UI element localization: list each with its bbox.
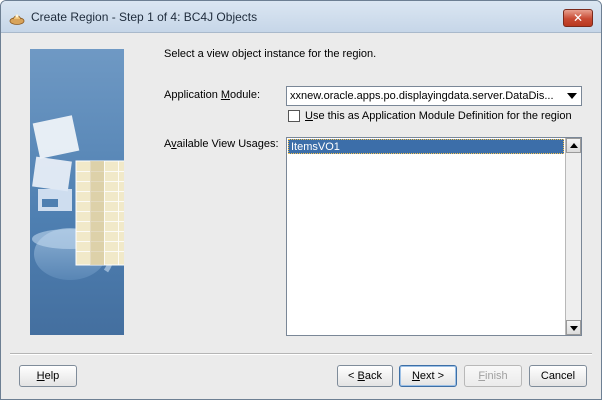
list-item[interactable]: ItemsVO1 bbox=[288, 139, 564, 154]
chevron-down-icon[interactable] bbox=[567, 93, 577, 99]
close-icon: ✕ bbox=[572, 11, 584, 25]
instruction-text: Select a view object instance for the re… bbox=[164, 48, 377, 60]
scroll-down-button[interactable] bbox=[566, 320, 581, 335]
application-module-label-suffix: odule: bbox=[230, 89, 261, 101]
use-as-am-definition-label[interactable]: Use this as Application Module Definitio… bbox=[305, 110, 572, 122]
close-button[interactable]: ✕ bbox=[563, 9, 593, 27]
app-icon bbox=[9, 14, 25, 25]
title-bar[interactable]: Create Region - Step 1 of 4: BC4J Object… bbox=[1, 1, 601, 33]
view-usages-listbox[interactable]: ItemsVO1 bbox=[286, 137, 582, 336]
vertical-scrollbar[interactable] bbox=[565, 138, 581, 335]
back-label: ack bbox=[364, 370, 382, 382]
next-label: ext > bbox=[419, 370, 445, 382]
use-as-am-definition-checkbox[interactable] bbox=[288, 110, 300, 122]
scroll-up-button[interactable] bbox=[566, 138, 581, 153]
checkbox-label-text: se this as Application Module Definition… bbox=[312, 110, 572, 122]
application-module-label: Application Module: bbox=[164, 89, 260, 101]
dialog-window: Create Region - Step 1 of 4: BC4J Object… bbox=[0, 0, 602, 400]
available-view-usages-label: Available View Usages: bbox=[164, 138, 279, 150]
help-label: elp bbox=[44, 370, 60, 382]
checkbox-label-mnemonic: U bbox=[305, 110, 313, 122]
next-mnemonic: N bbox=[411, 370, 420, 382]
application-module-label-prefix: Application bbox=[164, 89, 221, 101]
help-button[interactable]: Help bbox=[19, 365, 77, 387]
finish-button[interactable]: Finish bbox=[464, 365, 522, 387]
back-mnemonic: B bbox=[357, 370, 365, 382]
finish-label: inish bbox=[485, 370, 508, 382]
back-button[interactable]: < Back bbox=[337, 365, 393, 387]
wizard-illustration bbox=[30, 49, 124, 335]
application-module-select[interactable]: xxnew.oracle.apps.po.displayingdata.serv… bbox=[286, 86, 582, 106]
back-prefix: < bbox=[348, 370, 358, 382]
window-title: Create Region - Step 1 of 4: BC4J Object… bbox=[31, 10, 258, 24]
application-module-value: xxnew.oracle.apps.po.displayingdata.serv… bbox=[290, 90, 554, 102]
application-module-label-mnemonic: M bbox=[220, 89, 231, 101]
arrow-up-icon bbox=[570, 143, 578, 148]
bc4j-illustration-image bbox=[32, 115, 124, 280]
wizard-content: Select a view object instance for the re… bbox=[10, 34, 592, 353]
footer-divider bbox=[10, 353, 592, 355]
available-view-usages-label-suffix: ailable View Usages: bbox=[176, 138, 279, 150]
arrow-down-icon bbox=[570, 326, 578, 331]
help-mnemonic: H bbox=[36, 370, 45, 382]
next-button[interactable]: Next > bbox=[399, 365, 457, 387]
cancel-button[interactable]: Cancel bbox=[529, 365, 587, 387]
